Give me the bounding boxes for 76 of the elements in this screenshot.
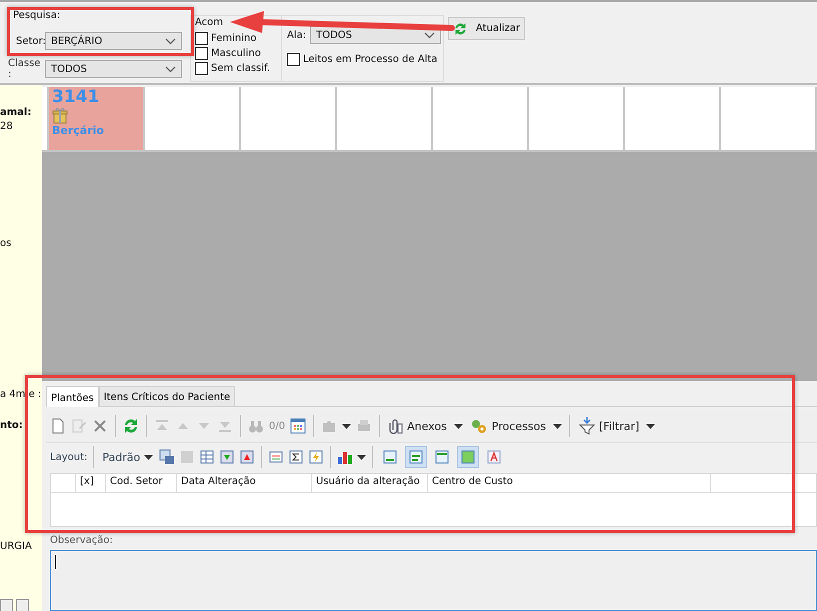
checkbox[interactable]: [195, 62, 208, 75]
caret-icon: [646, 424, 656, 428]
grid-view-icon: [382, 449, 398, 465]
small-button[interactable]: [16, 599, 29, 611]
checkbox-label: Leitos em Processo de Alta: [303, 54, 438, 65]
export-icon[interactable]: [239, 449, 256, 465]
sidebar-text: URGIA: [0, 540, 33, 554]
checkbox-label: Feminino: [211, 33, 256, 44]
flash-icon[interactable]: [308, 449, 324, 465]
caret-icon: [342, 424, 352, 428]
view-toggle[interactable]: [405, 446, 428, 468]
refresh-icon[interactable]: [123, 418, 139, 434]
sector-dropdown[interactable]: BERÇÁRIO: [45, 32, 182, 50]
observation-field[interactable]: [50, 550, 817, 611]
field-label: Ala:: [287, 30, 306, 40]
caret-icon: [454, 424, 463, 428]
checkbox-label: Sem classif.: [211, 63, 270, 74]
gift-icon: [52, 107, 68, 124]
checkbox[interactable]: [195, 32, 208, 45]
sidebar-text: amal:: [0, 106, 32, 120]
sidebar-text: a 4m e :: [0, 388, 42, 402]
delete-icon[interactable]: [92, 418, 108, 434]
search-title: Pesquisa:: [13, 10, 62, 23]
layout-label: Layout:: [50, 452, 88, 462]
chevron-icon: [165, 38, 176, 44]
caret-icon: [144, 454, 154, 460]
caret-icon: [357, 454, 366, 460]
chevron-icon: [424, 32, 436, 38]
edit-document-icon[interactable]: [71, 418, 87, 434]
sidebar-text: os: [0, 237, 12, 251]
new-document-icon[interactable]: [50, 418, 66, 434]
field-label: Setor:: [15, 36, 45, 46]
tab[interactable]: Itens Críticos do Paciente: [98, 386, 236, 406]
columns-icon[interactable]: [268, 449, 284, 465]
class-dropdown[interactable]: TODOS: [45, 60, 182, 78]
column-header[interactable]: Data Alteração: [177, 474, 312, 492]
record-counter: 0/0: [269, 420, 286, 432]
attachments-button[interactable]: Anexos: [387, 418, 449, 434]
processes-button[interactable]: Processos: [468, 418, 548, 434]
checkbox[interactable]: [287, 53, 300, 66]
calendar-grid-icon[interactable]: [290, 418, 306, 434]
table-icon[interactable]: [199, 449, 216, 465]
column-header[interactable]: Usuário da alteração: [312, 474, 428, 492]
view-toggle[interactable]: [457, 446, 480, 468]
layout-preset-dropdown[interactable]: Padrão: [100, 450, 156, 464]
bed-sector: Berçário: [52, 124, 105, 137]
small-button[interactable]: [0, 599, 13, 611]
caret-icon: [553, 424, 562, 428]
print-icon[interactable]: [356, 418, 372, 434]
chevron-icon: [165, 66, 176, 72]
sidebar-text: 28: [0, 120, 14, 134]
column-header[interactable]: [x]: [76, 474, 106, 492]
funnel-icon: [579, 417, 595, 435]
field-label: Classe :: [8, 58, 42, 80]
grid-view-icon: [460, 449, 476, 465]
paperclip-icon: [389, 418, 404, 434]
refresh-button[interactable]: Atualizar: [448, 17, 525, 40]
group-title: Acom: [195, 17, 224, 28]
bar-chart-icon[interactable]: [337, 449, 354, 465]
refresh-icon: [453, 20, 468, 36]
import-icon[interactable]: [219, 449, 236, 465]
binoculars-icon[interactable]: [248, 418, 264, 434]
tab[interactable]: Plantões: [46, 386, 99, 407]
bed-number: 3141: [52, 88, 100, 107]
grid-view-icon: [486, 449, 502, 465]
grid-view-icon: [408, 449, 424, 465]
field-label: Observação:: [50, 535, 113, 546]
grid-view-icon: [434, 449, 450, 465]
sum-icon[interactable]: [288, 449, 304, 465]
checkbox-label: Masculino: [211, 48, 261, 59]
column-header[interactable]: Centro de Custo: [428, 474, 711, 492]
filter-button[interactable]: [Filtrar]: [577, 417, 642, 435]
checkbox[interactable]: [195, 47, 208, 60]
sidebar-text: nto:: [0, 419, 24, 433]
column-header[interactable]: Cod. Setor: [106, 474, 177, 492]
save-layout-icon[interactable]: [159, 449, 176, 465]
